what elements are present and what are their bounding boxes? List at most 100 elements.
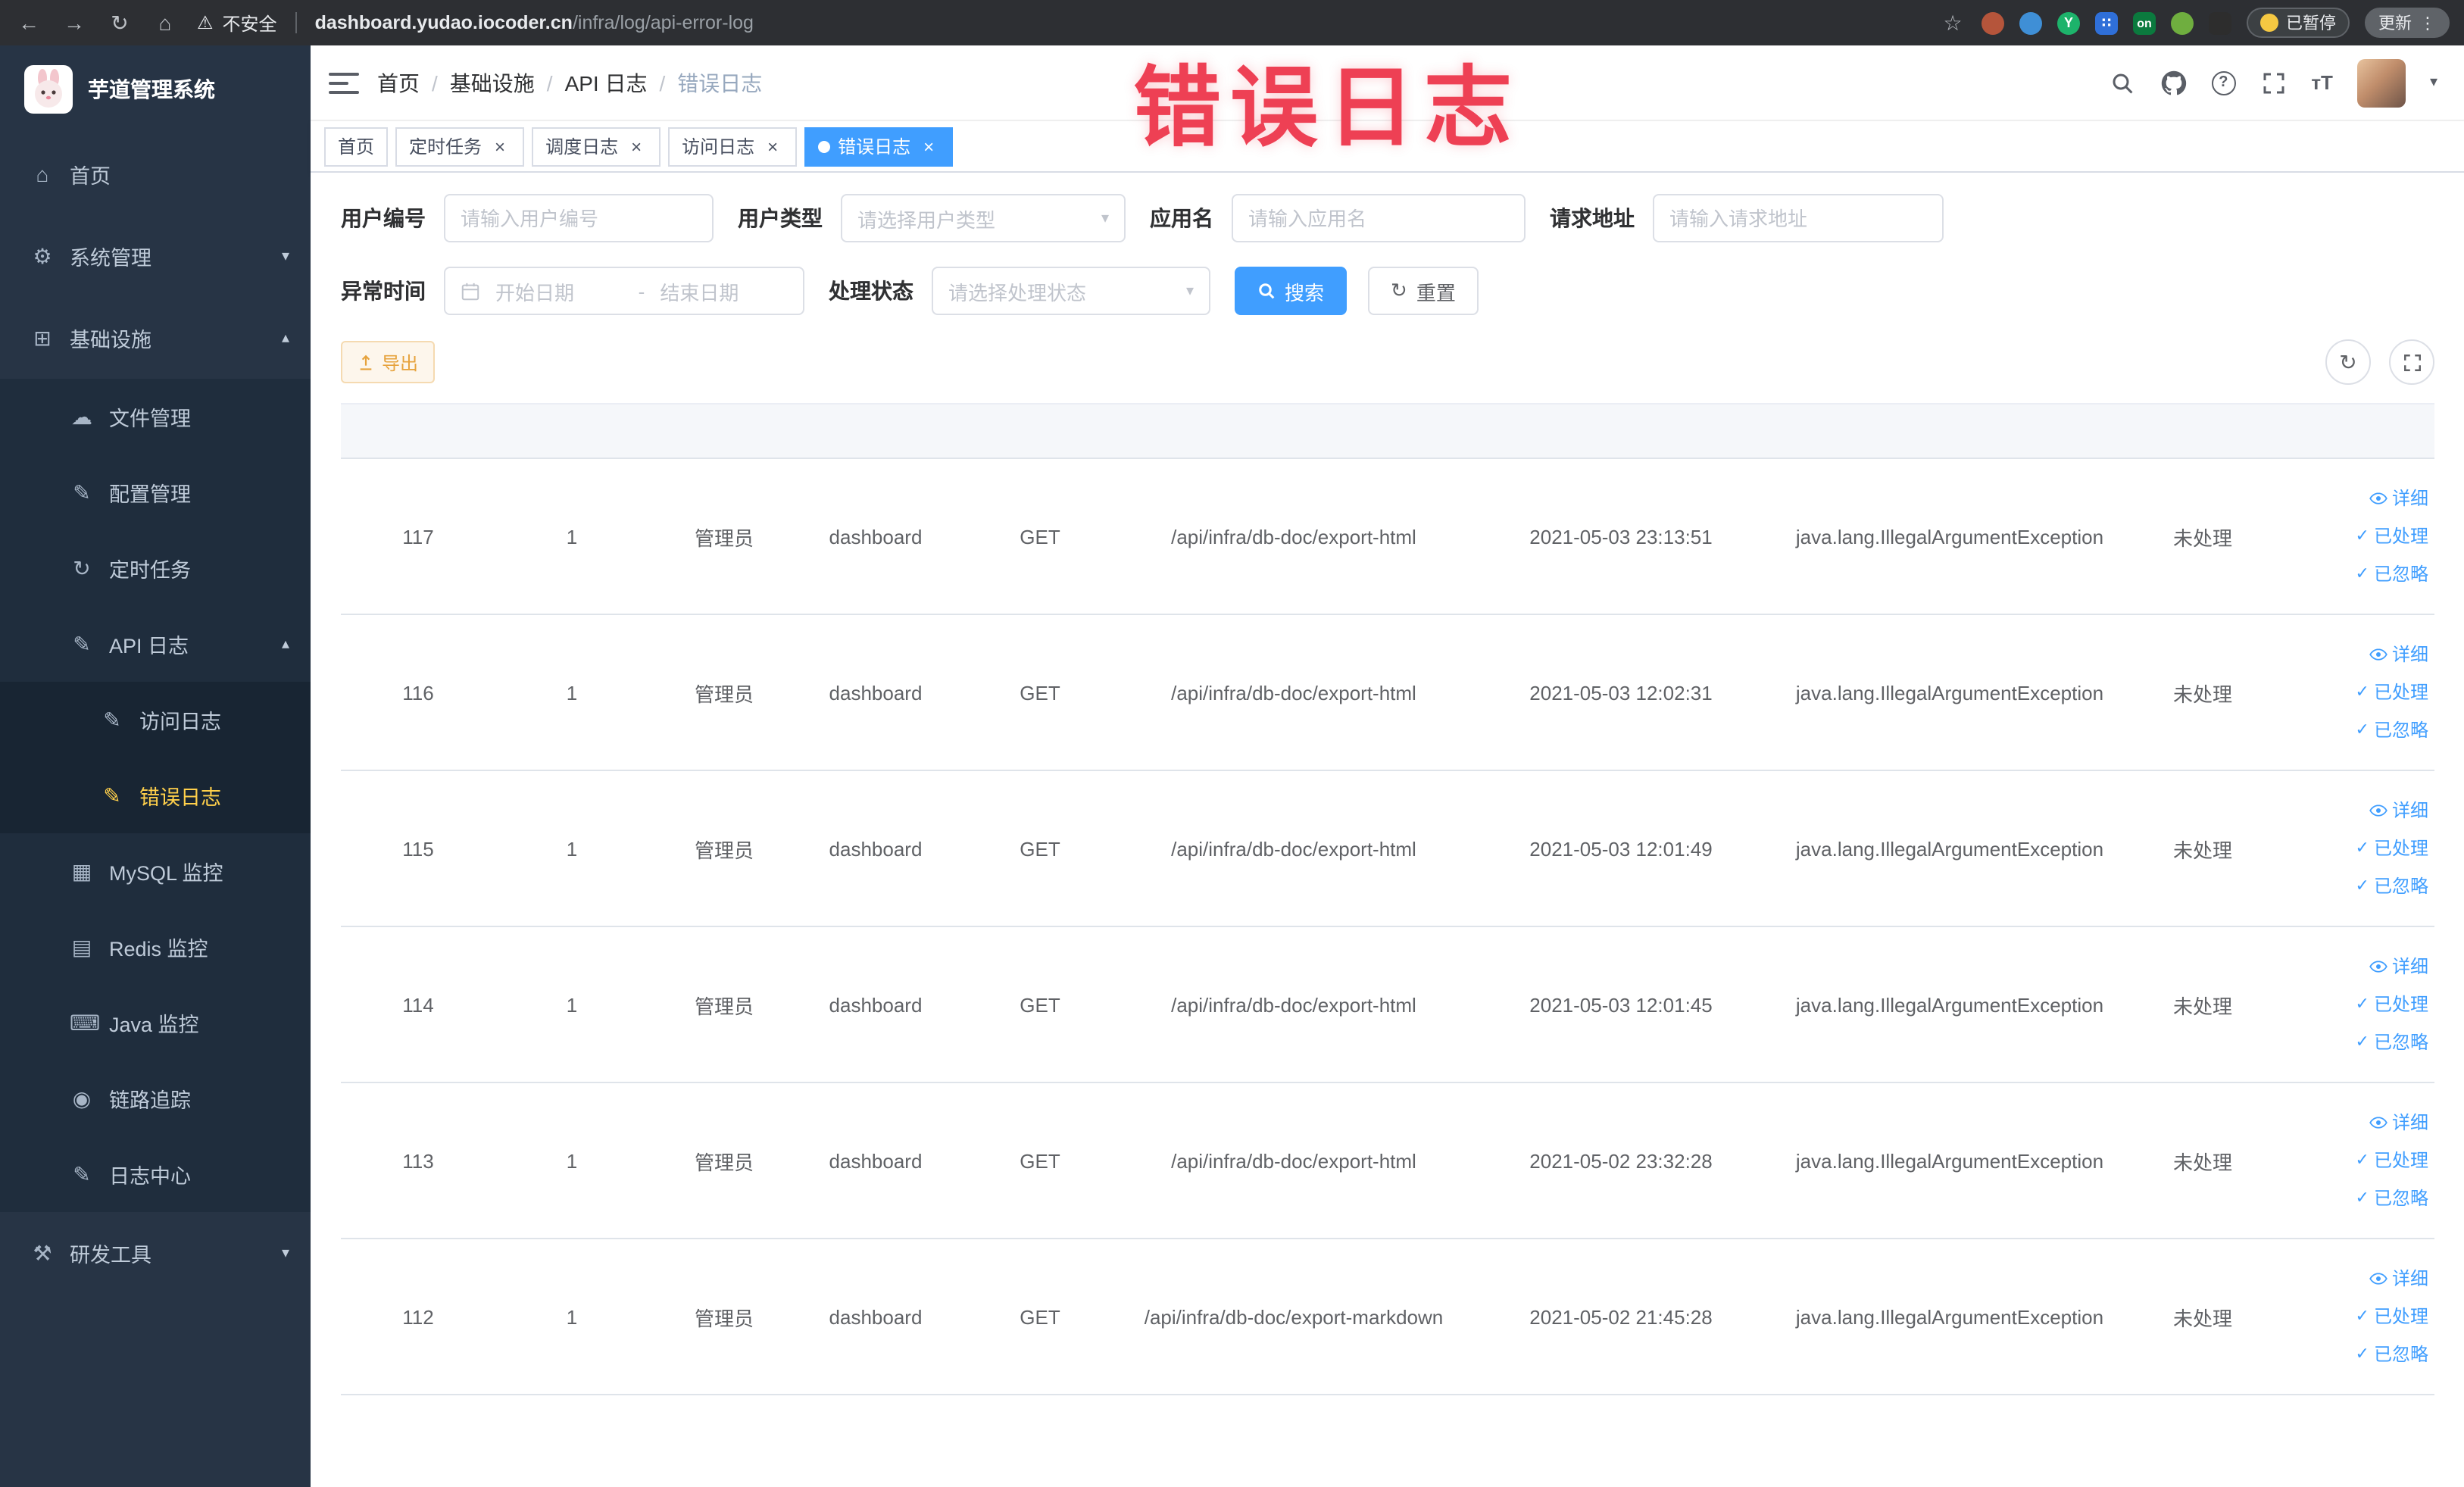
calendar-icon xyxy=(461,281,480,301)
breadcrumb-link[interactable]: 错误日志 xyxy=(677,67,762,98)
cell-app-name: dashboard xyxy=(800,770,951,927)
cell-request-url: /api/infra/db-doc/export-html xyxy=(1129,458,1459,615)
github-icon[interactable] xyxy=(2160,69,2187,96)
forward-icon[interactable]: → xyxy=(61,11,88,35)
ignored-link[interactable]: ✓ 已忽略 xyxy=(2289,1179,2428,1217)
app-logo[interactable]: 芋道管理系统 xyxy=(0,45,311,133)
ignored-link[interactable]: ✓ 已忽略 xyxy=(2289,555,2428,593)
sidebar-item[interactable]: ⌂ 首页 xyxy=(0,133,311,215)
sidebar-item[interactable]: ◉ 链路追踪 xyxy=(0,1061,311,1136)
detail-link[interactable]: 详细 xyxy=(2289,948,2428,986)
user-id-input[interactable] xyxy=(461,207,697,230)
sidebar-item[interactable]: ✎ 错误日志 xyxy=(0,758,311,833)
app-name-input[interactable] xyxy=(1248,207,1509,230)
ignored-link[interactable]: ✓ 已忽略 xyxy=(2289,867,2428,905)
tab-close-icon[interactable]: × xyxy=(626,136,647,157)
sidebar-item[interactable]: ⌨ Java 监控 xyxy=(0,985,311,1061)
font-size-icon[interactable]: тT xyxy=(2311,71,2333,94)
refresh-icon: ↻ xyxy=(1391,279,1407,301)
processed-link[interactable]: ✓ 已处理 xyxy=(2289,1298,2428,1335)
cell-user-id: 1 xyxy=(495,458,648,615)
tab-close-icon[interactable]: × xyxy=(489,136,511,157)
error-log-table: 117 1 管理员 dashboard GET /api/infra/db-do… xyxy=(341,403,2434,1395)
extension-icon[interactable] xyxy=(2019,11,2042,34)
cell-actions: 详细 ✓ 已处理 ✓ 已忽略 xyxy=(2289,1239,2434,1395)
address-bar[interactable]: dashboard.yudao.iocoder.cn/infra/log/api… xyxy=(315,12,754,33)
extension-icon[interactable]: ∷ xyxy=(2095,11,2118,34)
tab-label: 定时任务 xyxy=(409,136,482,158)
reload-icon[interactable]: ↻ xyxy=(106,10,133,36)
reset-button[interactable]: ↻ 重置 xyxy=(1368,267,1479,315)
avatar[interactable] xyxy=(2356,58,2406,107)
detail-link[interactable]: 详细 xyxy=(2289,480,2428,517)
home-icon[interactable]: ⌂ xyxy=(151,11,179,35)
processed-link[interactable]: ✓ 已处理 xyxy=(2289,986,2428,1023)
detail-link[interactable]: 详细 xyxy=(2289,1104,2428,1142)
refresh-button[interactable]: ↻ xyxy=(2325,339,2371,385)
tab[interactable]: 定时任务 × xyxy=(395,127,525,166)
processed-link[interactable]: ✓ 已处理 xyxy=(2289,829,2428,867)
divider xyxy=(295,12,297,33)
extension-on-icon[interactable]: on xyxy=(2133,11,2156,34)
hamburger-icon[interactable] xyxy=(329,70,359,95)
help-icon[interactable]: ? xyxy=(2211,70,2236,95)
sidebar-item[interactable]: ✎ 访问日志 xyxy=(0,682,311,758)
extension-icon[interactable] xyxy=(2171,11,2194,34)
processed-link[interactable]: ✓ 已处理 xyxy=(2289,1142,2428,1179)
fullscreen-icon[interactable] xyxy=(2259,69,2287,96)
extension-icon[interactable]: Y xyxy=(2057,11,2080,34)
breadcrumb-link[interactable]: 首页 xyxy=(377,67,420,98)
tab-close-icon[interactable]: × xyxy=(918,136,939,157)
chevron-icon: ▾ xyxy=(281,1245,289,1261)
tab[interactable]: 首页 xyxy=(324,127,389,166)
breadcrumb-link[interactable]: 基础设施 xyxy=(450,67,535,98)
date-range-picker[interactable]: 开始日期 - 结束日期 xyxy=(444,267,804,315)
tab[interactable]: 访问日志 × xyxy=(668,127,798,166)
end-date-placeholder: 结束日期 xyxy=(660,281,739,304)
processed-link[interactable]: ✓ 已处理 xyxy=(2289,673,2428,711)
cell-request-url: /api/infra/db-doc/export-html xyxy=(1129,926,1459,1083)
user-type-select[interactable]: 请选择用户类型 ▾ xyxy=(841,194,1126,242)
extension-icon[interactable] xyxy=(2209,11,2231,34)
tab[interactable]: 调度日志 × xyxy=(532,127,661,166)
ignored-link[interactable]: ✓ 已忽略 xyxy=(2289,1335,2428,1373)
cell-actions: 详细 ✓ 已处理 ✓ 已忽略 xyxy=(2289,926,2434,1083)
process-status-select[interactable]: 请选择处理状态 ▾ xyxy=(932,267,1210,315)
search-button[interactable]: 搜索 xyxy=(1235,267,1348,315)
ignored-link[interactable]: ✓ 已忽略 xyxy=(2289,1023,2428,1061)
breadcrumb-link[interactable]: API 日志 xyxy=(565,67,648,98)
ignored-link[interactable]: ✓ 已忽略 xyxy=(2289,711,2428,749)
sidebar-item[interactable]: ▤ Redis 监控 xyxy=(0,909,311,985)
filter-form-row-1: 用户编号 用户类型 请选择用户类型 ▾ 应用名 xyxy=(341,194,2434,242)
back-icon[interactable]: ← xyxy=(15,11,42,35)
sidebar-item[interactable]: ☁ 文件管理 xyxy=(0,379,311,455)
tab[interactable]: 错误日志 × xyxy=(804,127,954,166)
detail-link[interactable]: 详细 xyxy=(2289,792,2428,829)
site-security[interactable]: ⚠ 不安全 xyxy=(197,10,277,36)
sidebar-item[interactable]: ⊞ 基础设施 ▴ xyxy=(0,297,311,379)
chevron-icon: ▾ xyxy=(281,248,289,264)
avatar-caret-icon[interactable]: ▾ xyxy=(2430,74,2437,91)
range-separator: - xyxy=(638,280,645,302)
table-fullscreen-button[interactable] xyxy=(2389,339,2434,385)
cell-user-id: 1 xyxy=(495,926,648,1083)
processed-link[interactable]: ✓ 已处理 xyxy=(2289,517,2428,555)
detail-link[interactable]: 详细 xyxy=(2289,636,2428,673)
export-button[interactable]: 导出 xyxy=(341,341,436,383)
rabbit-logo-icon xyxy=(24,65,73,114)
sidebar-item[interactable]: ✎ 配置管理 xyxy=(0,455,311,530)
update-button[interactable]: 更新 ⋮ xyxy=(2365,8,2450,38)
sidebar-item[interactable]: ✎ API 日志 ▴ xyxy=(0,606,311,682)
request-url-input[interactable] xyxy=(1669,207,1927,230)
sidebar-item[interactable]: ✎ 日志中心 xyxy=(0,1136,311,1212)
extension-icon[interactable] xyxy=(1982,11,2004,34)
sidebar-item[interactable]: ⚒ 研发工具 ▾ xyxy=(0,1212,311,1294)
tab-close-icon[interactable]: × xyxy=(762,136,783,157)
sidebar-item[interactable]: ↻ 定时任务 xyxy=(0,530,311,606)
search-icon[interactable] xyxy=(2108,69,2135,96)
sidebar-item[interactable]: ▦ MySQL 监控 xyxy=(0,833,311,909)
sidebar-item[interactable]: ⚙ 系统管理 ▾ xyxy=(0,215,311,297)
detail-link[interactable]: 详细 xyxy=(2289,1260,2428,1298)
paused-badge[interactable]: 已暂停 xyxy=(2247,8,2350,38)
bookmark-star-icon[interactable]: ☆ xyxy=(1939,10,1966,36)
